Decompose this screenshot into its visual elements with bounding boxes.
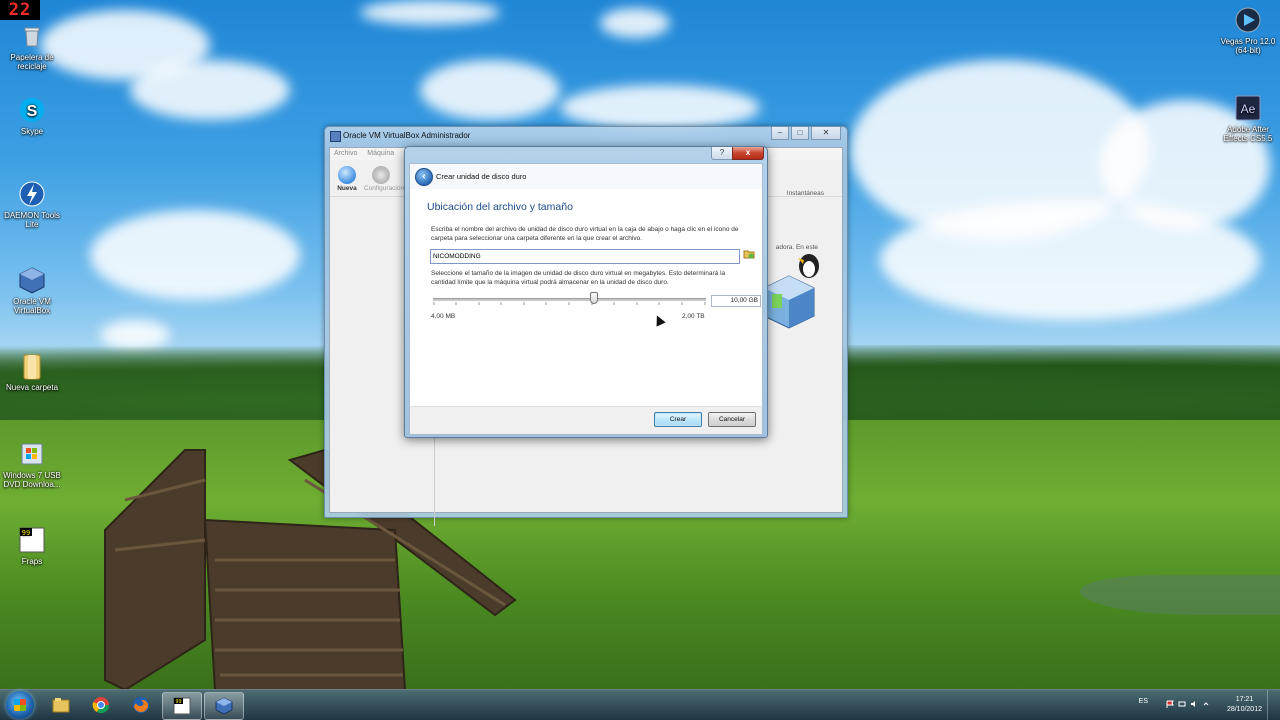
explorer-folder-icon [52, 698, 70, 713]
desktop-icon-label: Windows 7 USB DVD Downloa... [3, 471, 61, 489]
disk-size-input[interactable]: 10,00 GB [711, 295, 761, 307]
gear-icon [372, 166, 390, 184]
slider-max-label: 2,00 TB [682, 313, 705, 320]
chrome-icon [92, 697, 110, 714]
new-label: Nueva [337, 185, 357, 192]
caption-buttons: – □ ✕ [771, 127, 841, 140]
snapshots-tab[interactable]: Instantáneas [787, 190, 824, 197]
dialog-content: Ubicación del archivo y tamaño Escriba e… [409, 189, 763, 406]
dialog-close-button[interactable]: x [732, 147, 764, 160]
choose-folder-icon[interactable] [743, 248, 755, 260]
desktop-icon-label: DAEMON Tools Lite [4, 211, 60, 229]
volume-icon[interactable] [1190, 700, 1198, 708]
network-icon[interactable] [1178, 700, 1186, 708]
show-hidden-icons-icon[interactable] [1202, 700, 1210, 708]
svg-text:S: S [27, 103, 38, 120]
cloud [560, 85, 760, 130]
disk-filename-input[interactable] [430, 249, 740, 264]
desktop-icon-new-folder[interactable]: Nueva carpeta [0, 352, 65, 392]
start-button[interactable] [6, 691, 34, 719]
clock-time: 17:21 [1235, 696, 1254, 703]
system-clock[interactable]: 17:21 28/10/2012 [1227, 695, 1262, 715]
usb-dvd-tool-icon [18, 440, 46, 468]
menu-maquina[interactable]: Máquina [367, 150, 394, 157]
desktop-icon-label: Nueva carpeta [5, 383, 59, 392]
language-indicator[interactable]: ES [1139, 698, 1148, 705]
virtualbox-icon [215, 697, 233, 715]
skype-icon: S [18, 96, 46, 124]
desktop-icon-label: Oracle VM VirtualBox [13, 297, 51, 315]
size-description: Seleccione el tamaño de la imagen de uni… [431, 270, 726, 286]
desktop-icon-label: Skype [20, 127, 44, 136]
taskbar-firefox[interactable] [122, 692, 160, 718]
action-center-flag-icon[interactable] [1166, 700, 1174, 708]
taskbar-fraps[interactable]: 99 [162, 692, 202, 720]
slider-min-label: 4,00 MB [431, 313, 456, 320]
recycle-bin-icon [18, 22, 46, 50]
cloud [420, 60, 560, 120]
windows-logo-icon [14, 699, 26, 711]
desktop-icon-label: Papelera de reciclaje [10, 53, 54, 71]
desktop-icon-label: Adobe After Effects CS5.5 [1223, 125, 1273, 143]
slider-ticks [433, 302, 706, 305]
settings-button[interactable]: Configuración [364, 166, 404, 192]
desktop-icon-daemon-tools[interactable]: DAEMON Tools Lite [0, 180, 65, 229]
folder-icon [18, 352, 46, 380]
new-sun-icon [338, 166, 356, 184]
cloud [130, 60, 290, 120]
fraps-fps-counter: 22 [0, 0, 40, 20]
close-button[interactable]: ✕ [811, 127, 841, 140]
firefox-icon [133, 697, 149, 713]
desktop-icon-usb-dvd-tool[interactable]: Windows 7 USB DVD Downloa... [0, 440, 65, 489]
dialog-header: ‹ Crear unidad de disco duro [409, 163, 763, 190]
taskbar-virtualbox[interactable] [204, 692, 244, 720]
fraps-icon: 99 [173, 697, 191, 715]
taskbar-chrome[interactable] [82, 692, 120, 718]
desktop-icon-label: Fraps [21, 557, 43, 566]
taskbar: 99 ES 17:21 28/10/2012 [0, 689, 1280, 720]
desktop-icon-recycle-bin[interactable]: Papelera de reciclaje [0, 22, 65, 71]
svg-text:99: 99 [22, 529, 30, 537]
taskbar-explorer[interactable] [42, 692, 80, 718]
daemon-tools-icon [18, 180, 46, 208]
desktop-icon-after-effects[interactable]: Ae Adobe After Effects CS5.5 [1215, 94, 1280, 143]
desktop-icon-fraps[interactable]: 99 Fraps [0, 526, 65, 566]
svg-text:Ae: Ae [1241, 102, 1256, 116]
new-vm-button[interactable]: Nueva [330, 166, 364, 192]
dialog-title: Crear unidad de disco duro [436, 172, 527, 181]
settings-label: Configuración [364, 185, 405, 192]
cloud [360, 0, 500, 25]
fraps-icon: 99 [18, 526, 46, 554]
desktop-icon-label: Vegas Pro 12.0 (64-bit) [1220, 37, 1276, 55]
cloud [90, 210, 300, 300]
vegas-pro-icon [1234, 6, 1262, 34]
desktop-icon-vegas-pro[interactable]: Vegas Pro 12.0 (64-bit) [1215, 6, 1280, 55]
cloud [600, 8, 670, 38]
window-title: Oracle VM VirtualBox Administrador [343, 131, 471, 140]
desktop-icon-skype[interactable]: S Skype [0, 96, 65, 136]
create-disk-dialog: ? x ‹ Crear unidad de disco duro Ubicaci… [404, 146, 768, 438]
back-arrow-icon[interactable]: ‹ [415, 168, 433, 186]
svg-text:99: 99 [175, 699, 181, 705]
clock-date: 28/10/2012 [1226, 706, 1262, 713]
desktop-icon-virtualbox[interactable]: Oracle VM VirtualBox [0, 266, 65, 315]
help-button[interactable]: ? [711, 147, 733, 160]
show-desktop-button[interactable] [1267, 690, 1280, 720]
dialog-footer: Crear Cancelar [409, 406, 763, 435]
menu-archivo[interactable]: Archivo [334, 150, 357, 157]
maximize-button[interactable]: □ [791, 127, 809, 140]
create-button[interactable]: Crear [654, 412, 702, 427]
disk-size-slider-track[interactable] [433, 298, 706, 301]
after-effects-icon: Ae [1234, 94, 1262, 122]
virtualbox-small-icon [330, 131, 341, 142]
section-title: Ubicación del archivo y tamaño [427, 201, 573, 213]
disk-size-slider-thumb[interactable] [590, 292, 599, 304]
minimize-button[interactable]: – [771, 127, 789, 140]
virtualbox-icon [18, 266, 46, 294]
cancel-button[interactable]: Cancelar [708, 412, 756, 427]
location-description: Escriba el nombre del archivo de unidad … [431, 226, 739, 242]
